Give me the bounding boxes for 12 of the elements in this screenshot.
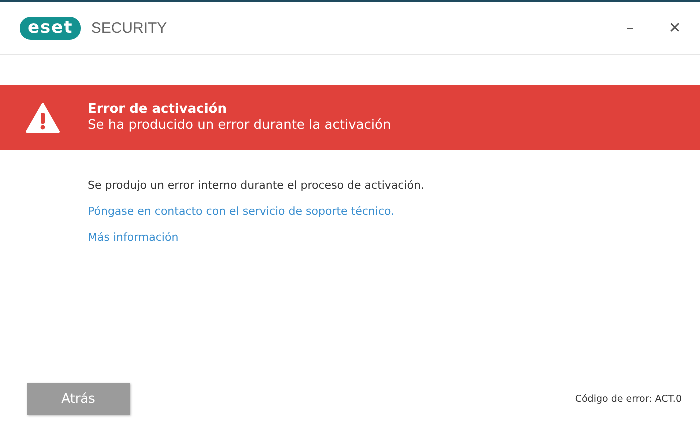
help-link[interactable]: Más información — [88, 231, 179, 244]
back-button[interactable]: Atrás — [27, 383, 130, 415]
error-message: Se produjo un error interno durante el proceso de activación. — [88, 179, 426, 192]
product-name: SECURITY — [91, 20, 168, 36]
brand-logo: eset — [20, 16, 82, 40]
error-code: Código de error: ACT.0 — [575, 394, 682, 404]
minimize-button[interactable]: – — [610, 13, 650, 43]
banner-title: Error de activación — [88, 102, 228, 117]
close-button[interactable]: ✕ — [655, 13, 695, 43]
banner-subtitle: Se ha producido un error durante la activación — [88, 118, 392, 133]
warning-icon — [26, 102, 60, 132]
help-link[interactable]: Póngase en contacto con el servicio de soporte técnico. — [88, 205, 395, 218]
